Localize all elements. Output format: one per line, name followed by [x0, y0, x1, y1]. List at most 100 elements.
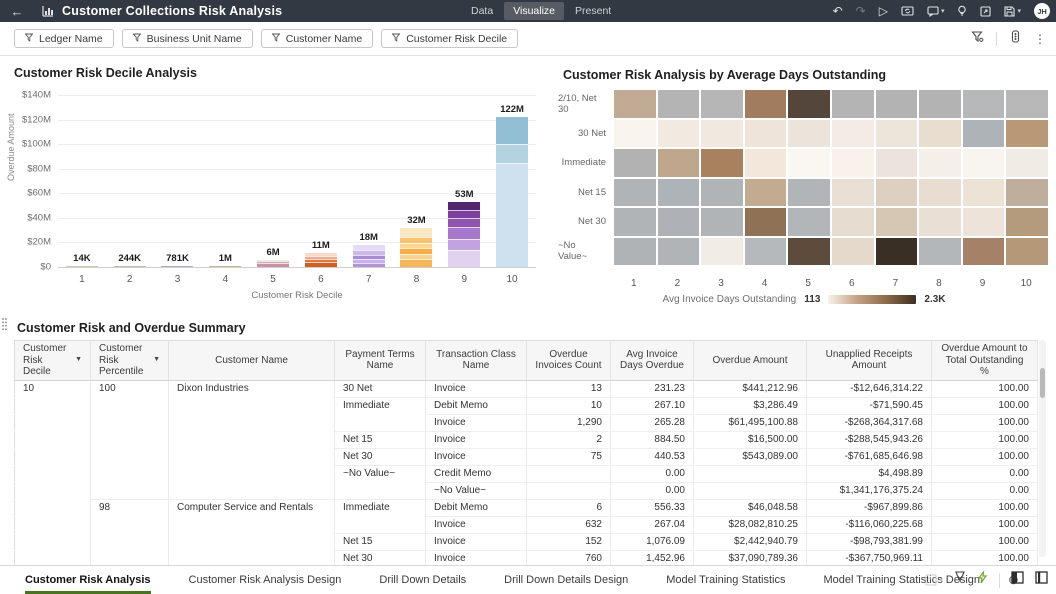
heatmap-cell[interactable] — [701, 90, 743, 118]
table-cell[interactable]: 231.23 — [611, 380, 694, 397]
table-cell[interactable]: -$268,364,317.68 — [807, 414, 932, 431]
heatmap-cell[interactable] — [876, 179, 918, 207]
heatmap-cell[interactable] — [832, 90, 874, 118]
table-cell[interactable]: Debit Memo — [426, 499, 527, 516]
table-cell[interactable]: -$12,646,314.22 — [807, 380, 932, 397]
heatmap-cell[interactable] — [832, 149, 874, 177]
table-cell[interactable]: $1,341,176,375.24 — [807, 482, 932, 499]
filter-pill-ledger-name[interactable]: Ledger Name — [14, 29, 114, 48]
table-cell[interactable] — [91, 448, 169, 465]
heatmap-cell[interactable] — [788, 179, 830, 207]
table-cell[interactable]: 100.00 — [932, 499, 1038, 516]
table-cell[interactable]: 0.00 — [932, 482, 1038, 499]
bar-decile-5[interactable] — [257, 260, 289, 267]
mode-tab-visualize[interactable]: Visualize — [504, 2, 564, 20]
table-cell[interactable] — [15, 482, 91, 499]
table-cell[interactable]: Net 30 — [335, 448, 426, 465]
heatmap-cell[interactable] — [788, 90, 830, 118]
table-cell[interactable]: 100.00 — [932, 448, 1038, 465]
table-column-header[interactable]: Customer Risk Percentile▼ — [91, 341, 169, 381]
canvas-tab-drill-down-details-design[interactable]: Drill Down Details Design — [504, 566, 628, 594]
table-cell[interactable] — [15, 516, 91, 533]
add-filter-funnel-icon[interactable] — [971, 30, 984, 48]
toggle-right-panel-icon[interactable] — [1035, 571, 1048, 589]
table-cell[interactable]: Invoice — [426, 431, 527, 448]
heatmap-cell[interactable] — [876, 90, 918, 118]
heatmap-cell[interactable] — [919, 179, 961, 207]
heatmap-cell[interactable] — [1006, 238, 1048, 266]
heatmap-cell[interactable] — [701, 179, 743, 207]
table-column-header[interactable]: Customer Risk Decile▼ — [15, 341, 91, 381]
table-cell[interactable]: 267.10 — [611, 397, 694, 414]
table-cell[interactable] — [169, 482, 335, 499]
table-cell[interactable] — [15, 465, 91, 482]
heatmap-cell[interactable] — [963, 238, 1005, 266]
table-cell[interactable]: -$967,899.86 — [807, 499, 932, 516]
table-cell[interactable]: 1,290 — [527, 414, 611, 431]
heatmap-cell[interactable] — [745, 208, 787, 236]
heatmap-cell[interactable] — [919, 120, 961, 148]
table-column-header[interactable]: Overdue Invoices Count — [527, 341, 611, 381]
table-cell[interactable]: 10 — [15, 380, 91, 397]
table-column-header[interactable]: Overdue Amount — [694, 341, 807, 381]
back-button[interactable]: ← — [0, 4, 34, 19]
table-cell[interactable] — [335, 482, 426, 499]
heatmap-cell[interactable] — [1006, 120, 1048, 148]
table-cell[interactable] — [91, 465, 169, 482]
heatmap-cell[interactable] — [614, 179, 656, 207]
canvas-tab-customer-risk-analysis-design[interactable]: Customer Risk Analysis Design — [189, 566, 342, 594]
table-cell[interactable]: $2,442,940.79 — [694, 533, 807, 550]
bar-decile-3[interactable] — [161, 266, 193, 267]
table-cell[interactable]: 440.53 — [611, 448, 694, 465]
heatmap-cell[interactable] — [614, 238, 656, 266]
table-cell[interactable] — [15, 414, 91, 431]
filter-pill-business-unit-name[interactable]: Business Unit Name — [122, 29, 253, 48]
auto-insights-icon[interactable] — [977, 571, 988, 589]
table-column-header[interactable]: Avg Invoice Days Overdue — [611, 341, 694, 381]
heatmap-cell[interactable] — [876, 238, 918, 266]
heatmap-cell[interactable] — [876, 149, 918, 177]
table-cell[interactable]: $543,089.00 — [694, 448, 807, 465]
heatmap-cell[interactable] — [788, 149, 830, 177]
table-cell[interactable]: $441,212.96 — [694, 380, 807, 397]
table-cell[interactable]: Invoice — [426, 533, 527, 550]
table-cell[interactable] — [169, 448, 335, 465]
heatmap-cell[interactable] — [963, 208, 1005, 236]
bar-decile-6[interactable] — [305, 253, 337, 267]
table-cell[interactable] — [15, 533, 91, 550]
sort-caret-icon[interactable]: ▼ — [75, 356, 82, 364]
table-cell[interactable]: 100.00 — [932, 397, 1038, 414]
bar-decile-9[interactable] — [448, 202, 480, 267]
table-cell[interactable]: 1,076.09 — [611, 533, 694, 550]
heatmap-cell[interactable] — [919, 149, 961, 177]
table-cell[interactable]: -$71,590.45 — [807, 397, 932, 414]
table-cell[interactable] — [169, 414, 335, 431]
table-cell[interactable]: ~No Value~ — [426, 482, 527, 499]
table-cell[interactable] — [91, 431, 169, 448]
table-cell[interactable]: 100.00 — [932, 380, 1038, 397]
table-cell[interactable]: 100.00 — [932, 414, 1038, 431]
canvas-tab-customer-risk-analysis[interactable]: Customer Risk Analysis — [25, 566, 151, 594]
heatmap-cell[interactable] — [745, 179, 787, 207]
heatmap-cell[interactable] — [745, 120, 787, 148]
heatmap-cell[interactable] — [614, 208, 656, 236]
table-cell[interactable]: -$116,060,225.68 — [807, 516, 932, 533]
heatmap-cell[interactable] — [963, 179, 1005, 207]
table-cell[interactable]: Computer Service and Rentals — [169, 499, 335, 516]
table-cell[interactable]: 98 — [91, 499, 169, 516]
table-cell[interactable]: 632 — [527, 516, 611, 533]
table-column-header[interactable]: Overdue Amount to Total Outstanding % — [932, 341, 1038, 381]
heatmap-cell[interactable] — [658, 120, 700, 148]
heatmap-cell[interactable] — [963, 120, 1005, 148]
insights-lightbulb-icon[interactable] — [957, 5, 967, 17]
table-column-header[interactable]: Unapplied Receipts Amount — [807, 341, 932, 381]
heatmap-cell[interactable] — [745, 90, 787, 118]
table-cell[interactable]: 30 Net — [335, 380, 426, 397]
heatmap-cell[interactable] — [919, 208, 961, 236]
heatmap-cell[interactable] — [701, 208, 743, 236]
table-cell[interactable]: $3,286.49 — [694, 397, 807, 414]
bar-decile-4[interactable] — [209, 266, 241, 267]
table-column-header[interactable]: Payment Terms Name — [335, 341, 426, 381]
table-cell[interactable] — [91, 397, 169, 414]
undo-icon[interactable]: ↶ — [833, 4, 843, 18]
